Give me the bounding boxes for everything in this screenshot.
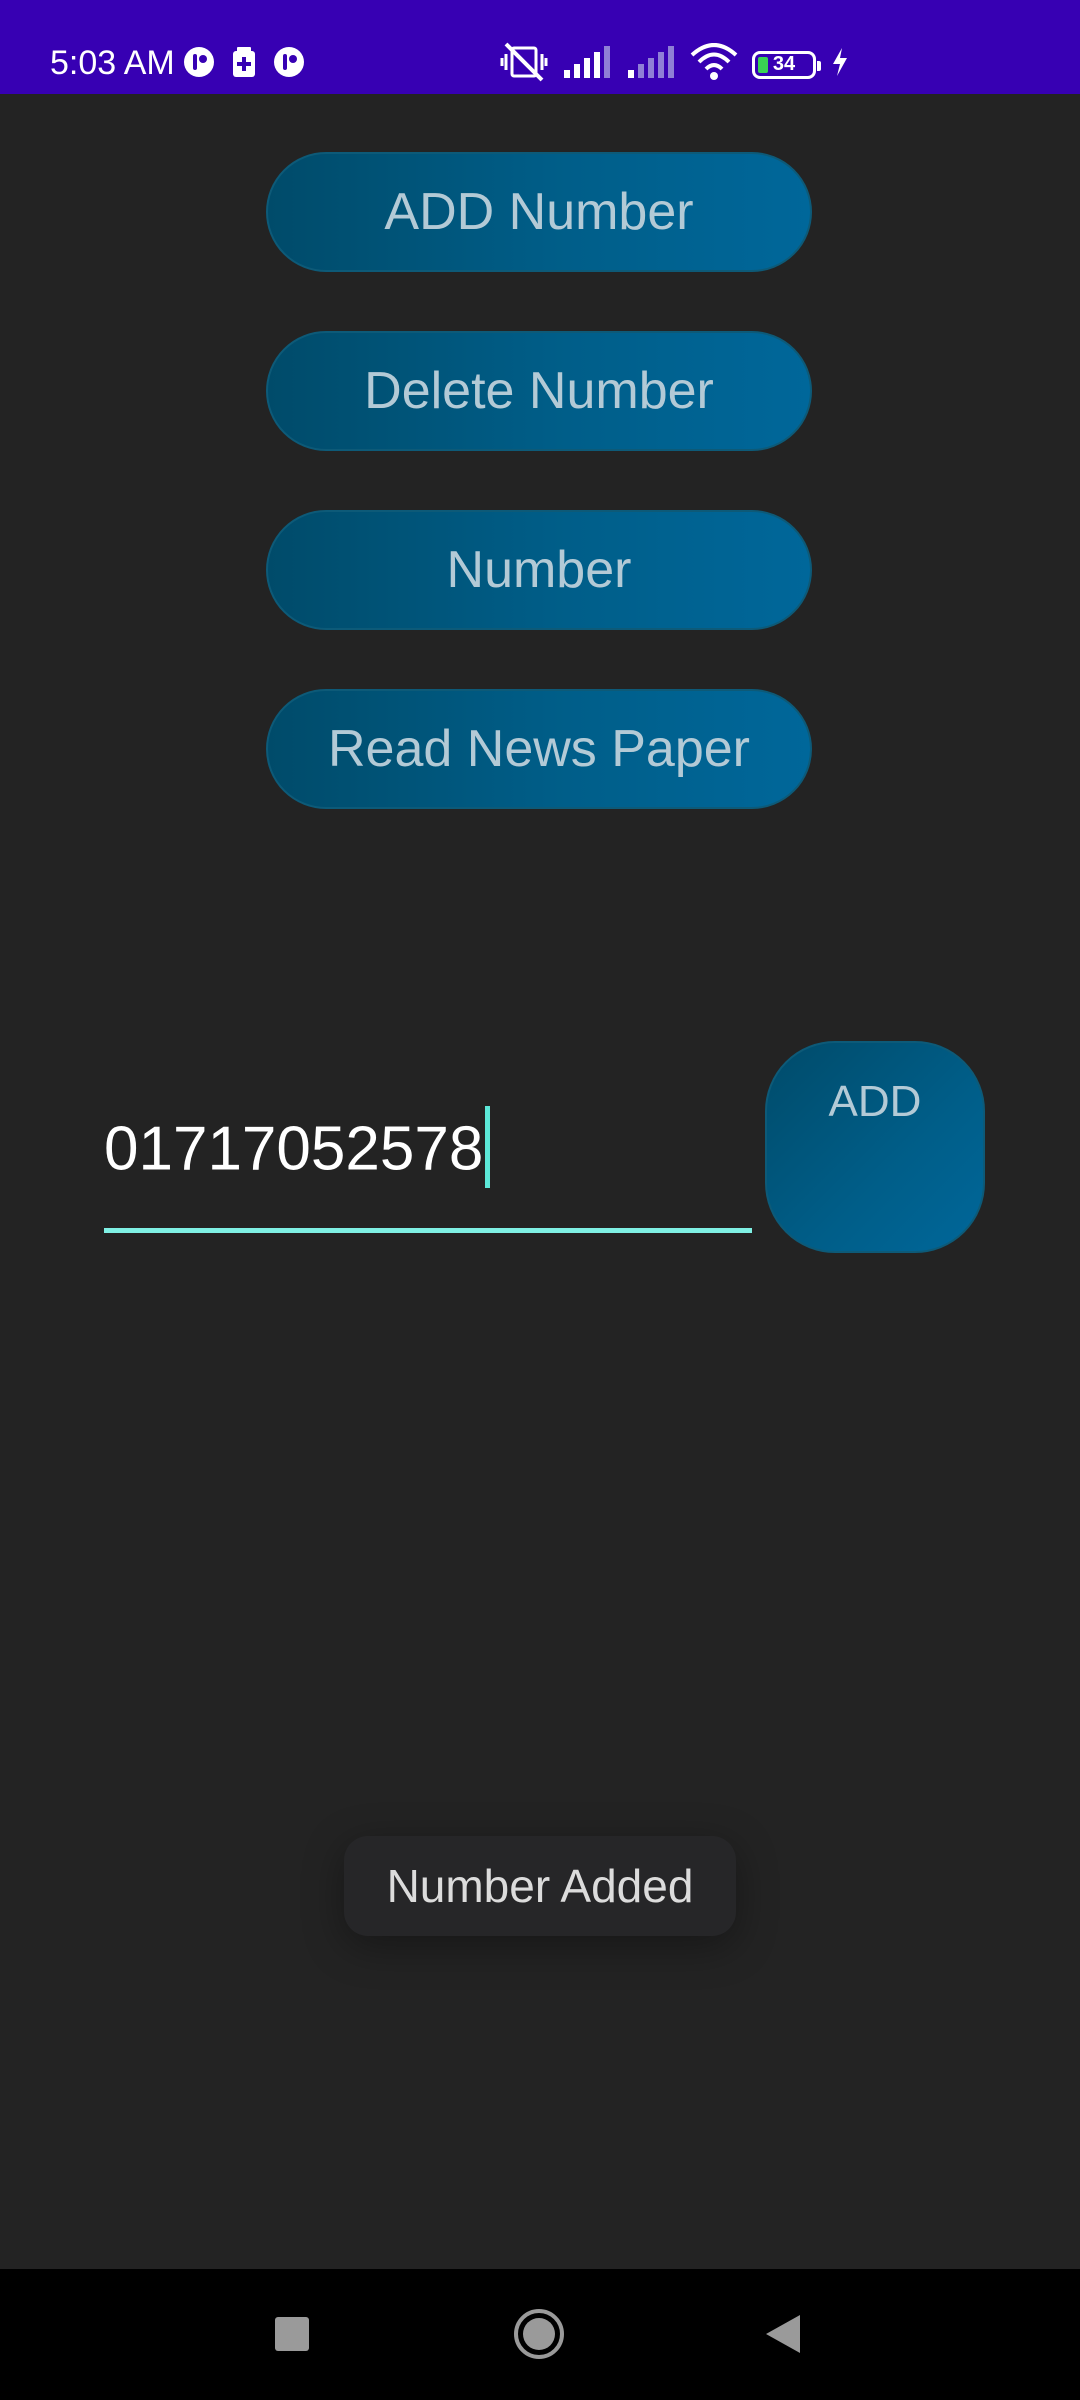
phone-number-input[interactable]: 01717052578 [104, 1088, 752, 1233]
home-icon[interactable] [514, 2309, 564, 2359]
toast-message: Number Added [344, 1836, 736, 1936]
status-left-icons [183, 46, 305, 83]
app-notification-icon [183, 46, 215, 83]
signal-icon [626, 44, 676, 85]
input-underline [104, 1228, 752, 1233]
navigation-bar [0, 2269, 1080, 2400]
status-bar: 5:03 AM 34 [0, 0, 1080, 94]
back-icon[interactable] [764, 2313, 802, 2360]
status-time: 5:03 AM [50, 44, 175, 82]
toast-text: Number Added [386, 1860, 694, 1912]
number-button[interactable]: Number [266, 510, 812, 630]
battery-icon: 34 [752, 50, 821, 79]
status-right-icons: 34 [500, 42, 850, 87]
app-notification-icon [273, 46, 305, 83]
battery-level: 34 [772, 53, 796, 75]
charging-icon [830, 47, 850, 82]
vibrate-off-icon [500, 42, 548, 87]
add-button[interactable]: ADD [765, 1041, 985, 1253]
add-number-button[interactable]: ADD Number [266, 152, 812, 272]
signal-icon [562, 44, 612, 85]
wifi-icon [690, 43, 738, 86]
delete-number-button[interactable]: Delete Number [266, 331, 812, 451]
read-news-paper-button[interactable]: Read News Paper [266, 689, 812, 809]
sim-toolkit-icon [231, 46, 257, 83]
phone-number-value[interactable]: 01717052578 [104, 1114, 483, 1183]
recents-icon[interactable] [275, 2317, 309, 2351]
text-cursor [485, 1106, 491, 1188]
